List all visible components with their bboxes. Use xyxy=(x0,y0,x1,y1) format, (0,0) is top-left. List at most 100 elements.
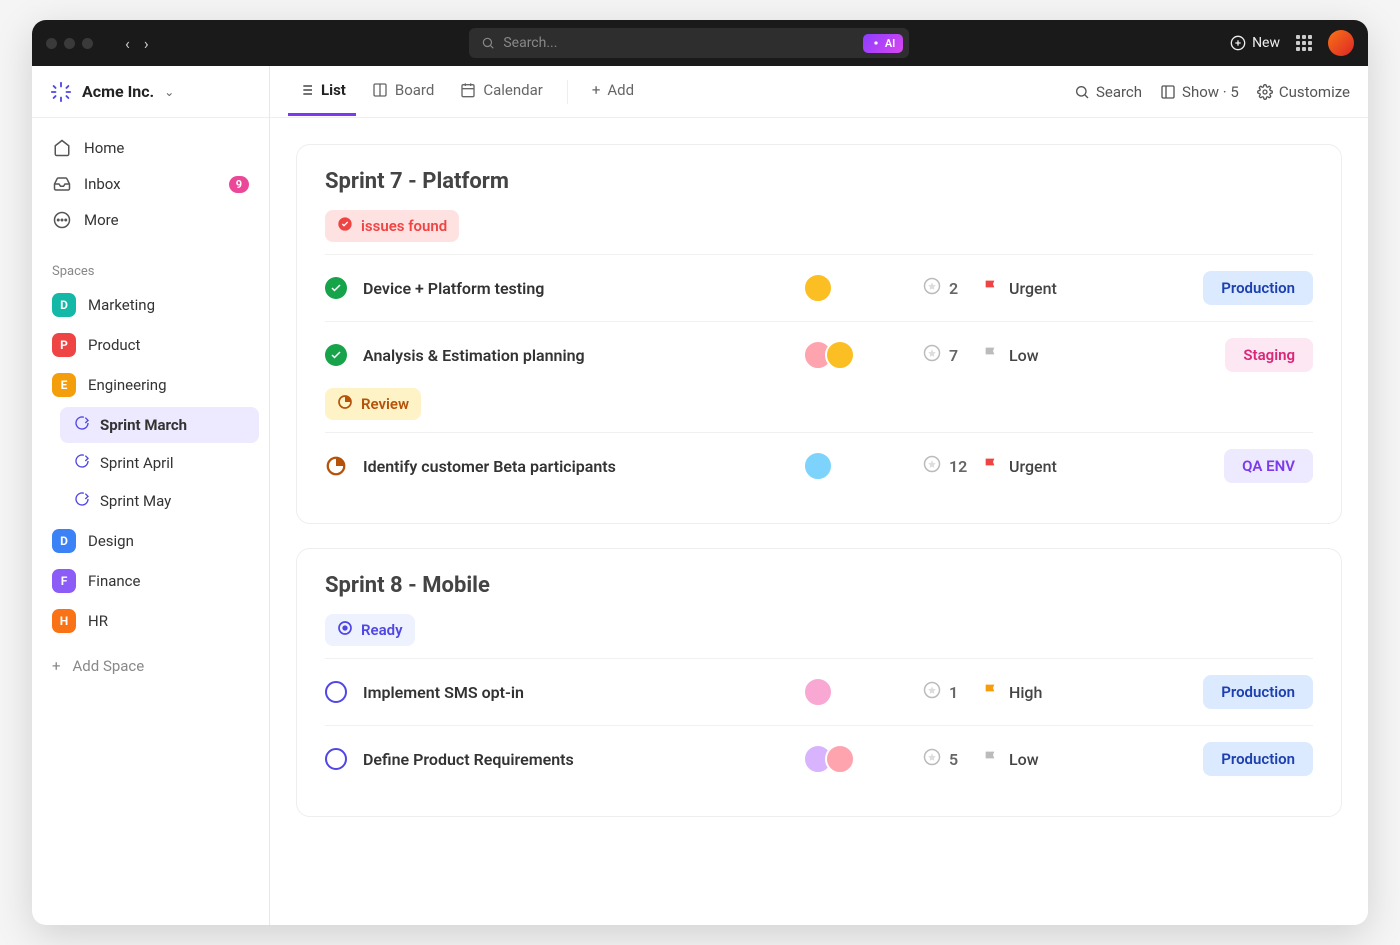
task-score[interactable]: 2 xyxy=(923,277,983,299)
env-tag[interactable]: Production xyxy=(1203,742,1313,776)
toolbar-right: Search Show · 5 Customize xyxy=(1074,83,1350,101)
workspace-switcher[interactable]: Acme Inc. ⌄ xyxy=(32,66,269,118)
window-controls[interactable] xyxy=(46,38,93,49)
space-badge: H xyxy=(52,609,76,633)
flag-icon xyxy=(983,278,999,298)
env-tag[interactable]: Production xyxy=(1203,271,1313,305)
task-priority[interactable]: High xyxy=(983,682,1103,702)
star-icon xyxy=(923,344,941,366)
task-row[interactable]: Implement SMS opt-in 1 High Production xyxy=(325,658,1313,725)
sprint-item[interactable]: Sprint March xyxy=(60,407,259,443)
tab-list[interactable]: List xyxy=(288,67,356,116)
task-priority[interactable]: Low xyxy=(983,749,1103,769)
assignees xyxy=(803,451,863,481)
tab-calendar[interactable]: Calendar xyxy=(450,67,553,116)
space-badge: P xyxy=(52,333,76,357)
list-icon xyxy=(298,82,314,98)
sprint-card: Sprint 7 - Platform issues found Device +… xyxy=(296,144,1342,524)
env-tag[interactable]: QA ENV xyxy=(1224,449,1313,483)
close-dot[interactable] xyxy=(46,38,57,49)
space-item-hr[interactable]: HHR xyxy=(32,601,269,641)
sprint-item[interactable]: Sprint April xyxy=(60,445,259,481)
titlebar-right: New xyxy=(1230,30,1354,56)
add-view-button[interactable]: + Add xyxy=(582,67,644,116)
add-space-button[interactable]: + Add Space xyxy=(32,647,269,685)
home-icon xyxy=(52,139,72,157)
sprint-item[interactable]: Sprint May xyxy=(60,483,259,519)
env-tag[interactable]: Production xyxy=(1203,675,1313,709)
assignees xyxy=(803,677,863,707)
task-row[interactable]: Define Product Requirements 5 Low Produc… xyxy=(325,725,1313,792)
max-dot[interactable] xyxy=(82,38,93,49)
task-status-open[interactable] xyxy=(325,681,347,703)
new-button[interactable]: New xyxy=(1230,35,1280,51)
task-name: Analysis & Estimation planning xyxy=(363,346,803,365)
status-group-pill[interactable]: Ready xyxy=(325,614,415,646)
task-score[interactable]: 7 xyxy=(923,344,983,366)
nav-inbox[interactable]: Inbox 9 xyxy=(42,166,259,202)
sprint-title: Sprint 7 - Platform xyxy=(325,169,1313,194)
forward-button[interactable]: › xyxy=(144,34,149,53)
search-button[interactable]: Search xyxy=(1074,83,1142,101)
sprint-card: Sprint 8 - Mobile Ready Implement SMS opt… xyxy=(296,548,1342,817)
nav-home[interactable]: Home xyxy=(42,130,259,166)
task-score[interactable]: 1 xyxy=(923,681,983,703)
assignee-avatar[interactable] xyxy=(825,744,855,774)
task-priority[interactable]: Urgent xyxy=(983,278,1103,298)
spaces-list: DMarketingPProductEEngineeringSprint Mar… xyxy=(32,285,269,641)
space-badge: F xyxy=(52,569,76,593)
assignee-avatar[interactable] xyxy=(803,451,833,481)
customize-button[interactable]: Customize xyxy=(1257,83,1350,101)
task-status-progress[interactable] xyxy=(325,455,347,477)
task-name: Implement SMS opt-in xyxy=(363,683,803,702)
star-icon xyxy=(923,455,941,477)
tab-board[interactable]: Board xyxy=(362,67,444,116)
app-window: ‹ › Search... AI New Acm xyxy=(32,20,1368,925)
global-search[interactable]: Search... AI xyxy=(469,28,909,58)
env-tag[interactable]: Staging xyxy=(1225,338,1313,372)
flag-icon xyxy=(983,682,999,702)
task-score[interactable]: 12 xyxy=(923,455,983,477)
task-row[interactable]: Analysis & Estimation planning 7 Low Sta… xyxy=(325,321,1313,388)
show-button[interactable]: Show · 5 xyxy=(1160,83,1239,101)
status-group-pill[interactable]: issues found xyxy=(325,210,459,242)
space-item-engineering[interactable]: EEngineering xyxy=(32,365,269,405)
chevron-down-icon: ⌄ xyxy=(164,85,174,99)
task-status-done[interactable] xyxy=(325,277,347,299)
min-dot[interactable] xyxy=(64,38,75,49)
task-row[interactable]: Identify customer Beta participants 12 U… xyxy=(325,432,1313,499)
body: Acme Inc. ⌄ Home Inbox 9 More Spaces xyxy=(32,66,1368,925)
task-row[interactable]: Device + Platform testing 2 Urgent Produ… xyxy=(325,254,1313,321)
task-status-open[interactable] xyxy=(325,748,347,770)
inbox-icon xyxy=(52,175,72,193)
gear-icon xyxy=(1257,84,1273,100)
task-priority[interactable]: Urgent xyxy=(983,456,1103,476)
task-score[interactable]: 5 xyxy=(923,748,983,770)
search-icon xyxy=(481,36,495,50)
space-badge: D xyxy=(52,529,76,553)
assignee-avatar[interactable] xyxy=(803,273,833,303)
space-item-marketing[interactable]: DMarketing xyxy=(32,285,269,325)
task-priority[interactable]: Low xyxy=(983,345,1103,365)
nav-more[interactable]: More xyxy=(42,202,259,238)
assignee-avatar[interactable] xyxy=(803,677,833,707)
user-avatar[interactable] xyxy=(1328,30,1354,56)
assignee-avatar[interactable] xyxy=(825,340,855,370)
task-status-done[interactable] xyxy=(325,344,347,366)
ai-badge[interactable]: AI xyxy=(863,34,904,53)
flag-icon xyxy=(983,345,999,365)
board-icon xyxy=(372,82,388,98)
view-toolbar: List Board Calendar + Add xyxy=(270,66,1368,118)
space-item-design[interactable]: DDesign xyxy=(32,521,269,561)
space-item-finance[interactable]: F Finance xyxy=(32,561,269,601)
space-label: Engineering xyxy=(88,376,167,394)
apps-icon[interactable] xyxy=(1296,35,1312,51)
star-icon xyxy=(923,277,941,299)
sprint-icon xyxy=(74,491,90,511)
nav-primary: Home Inbox 9 More xyxy=(32,118,269,250)
space-item-product[interactable]: PProduct xyxy=(32,325,269,365)
sprint-title: Sprint 8 - Mobile xyxy=(325,573,1313,598)
back-button[interactable]: ‹ xyxy=(125,34,130,53)
space-label: Finance xyxy=(88,572,140,590)
status-group-pill[interactable]: Review xyxy=(325,388,421,420)
